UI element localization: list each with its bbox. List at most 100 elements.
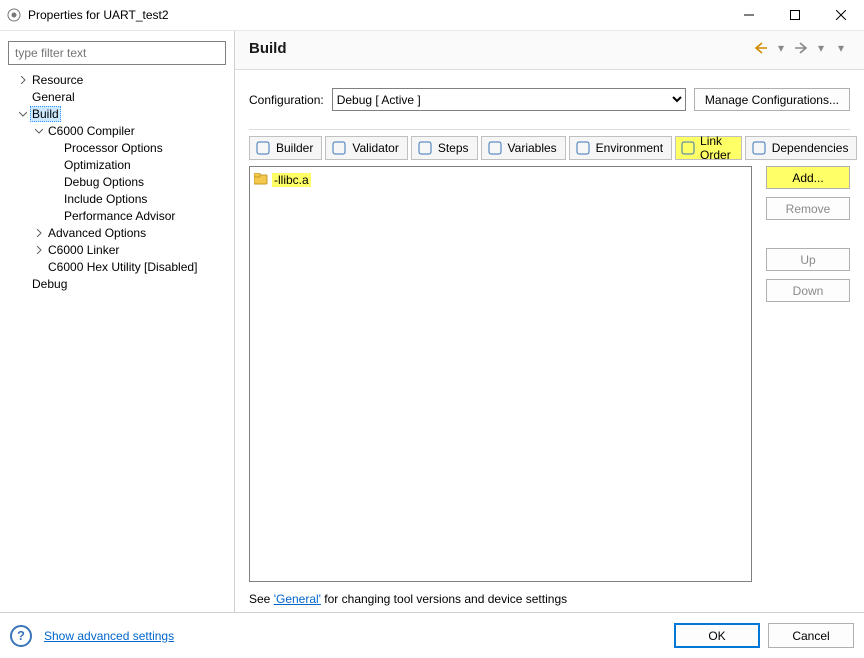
tab-validator[interactable]: Validator [325,136,407,160]
link-order-icon [681,140,695,156]
list-item-label: -llibc.a [272,173,311,187]
tree-item-label: General [30,90,77,104]
view-menu[interactable]: ▾ [832,39,850,57]
footnote: See 'General' for changing tool versions… [249,582,850,612]
forward-menu[interactable]: ▾ [812,39,830,57]
close-button[interactable] [818,0,864,30]
no-icon [48,175,62,189]
chevron-right-icon[interactable] [32,226,46,240]
tree-item[interactable]: C6000 Hex Utility [Disabled] [0,258,234,275]
tab-link-order[interactable]: Link Order [675,136,742,160]
deps-icon [751,140,767,156]
up-button[interactable]: Up [766,248,850,271]
tab-dependencies[interactable]: Dependencies [745,136,858,160]
tree-item-label: Processor Options [62,141,165,155]
no-icon [32,260,46,274]
tab-builder[interactable]: Builder [249,136,322,160]
tree-item[interactable]: Performance Advisor [0,207,234,224]
tab-variables[interactable]: Variables [481,136,566,160]
tree-item[interactable]: C6000 Compiler [0,122,234,139]
tree-item-label: Debug Options [62,175,146,189]
filter-input[interactable] [8,41,226,65]
chevron-right-icon[interactable] [16,73,30,87]
manage-config-button[interactable]: Manage Configurations... [694,88,850,111]
no-icon [48,158,62,172]
back-menu[interactable]: ▾ [772,39,790,57]
help-icon[interactable]: ? [10,625,32,647]
window-controls [726,0,864,30]
add-button[interactable]: Add... [766,166,850,189]
tree-item-label: Optimization [62,158,133,172]
show-advanced-link[interactable]: Show advanced settings [44,629,174,643]
nav-arrows: ▾ ▾ ▾ [752,39,850,57]
tree-item-label: Include Options [62,192,149,206]
tree-item[interactable]: Advanced Options [0,224,234,241]
no-icon [48,141,62,155]
tab-label: Variables [508,141,557,155]
tree-item-label: Build [30,106,61,122]
list-buttons: Add... Remove Up Down [766,166,850,582]
general-link[interactable]: 'General' [274,592,321,606]
tree-item[interactable]: C6000 Linker [0,241,234,258]
cancel-button[interactable]: Cancel [768,623,854,648]
tree-item-label: C6000 Linker [46,243,121,257]
tab-environment[interactable]: Environment [569,136,672,160]
forward-button[interactable] [792,39,810,57]
maximize-button[interactable] [772,0,818,30]
no-icon [48,192,62,206]
tree-item-label: Performance Advisor [62,209,177,223]
tree-item[interactable]: Optimization [0,156,234,173]
no-icon [48,209,62,223]
no-icon [16,90,30,104]
variables-icon [487,140,503,156]
separator [249,129,850,130]
chevron-down-icon[interactable] [32,124,46,138]
app-icon [6,7,22,23]
tab-steps[interactable]: Steps [411,136,478,160]
tab-label: Validator [352,141,398,155]
chevron-down-icon[interactable] [16,107,30,121]
tree-item-label: C6000 Compiler [46,124,137,138]
tab-label: Environment [596,141,663,155]
steps-icon [417,140,433,156]
tree-item-label: C6000 Hex Utility [Disabled] [46,260,199,274]
titlebar: Properties for UART_test2 [0,0,864,30]
tree-item[interactable]: General [0,88,234,105]
window-title: Properties for UART_test2 [28,8,726,22]
tabs: Builder Validator Steps Variables Environmen… [249,136,850,160]
content-panel: Build ▾ ▾ ▾ Configuration: Debug [ Activ… [234,31,864,612]
panel-body: Configuration: Debug [ Active ] Manage C… [235,70,864,612]
config-select[interactable]: Debug [ Active ] [332,88,686,111]
tree-item[interactable]: Build [0,105,234,122]
tab-label: Link Order [700,134,733,162]
tree-item[interactable]: Debug [0,275,234,292]
config-label: Configuration: [249,93,324,107]
panel-header: Build ▾ ▾ ▾ [235,31,864,70]
minimize-button[interactable] [726,0,772,30]
chevron-right-icon[interactable] [32,243,46,257]
nav-tree[interactable]: Resource General Build C6000 Compiler Proces… [0,71,234,612]
no-icon [16,277,30,291]
config-row: Configuration: Debug [ Active ] Manage C… [249,88,850,111]
link-order-list[interactable]: -llibc.a [249,166,752,582]
builder-icon [255,140,271,156]
tree-item[interactable]: Include Options [0,190,234,207]
tree-item[interactable]: Processor Options [0,139,234,156]
validator-icon [331,140,347,156]
remove-button[interactable]: Remove [766,197,850,220]
ok-button[interactable]: OK [674,623,760,648]
sidebar: Resource General Build C6000 Compiler Proces… [0,31,234,612]
file-icon [254,173,268,188]
tree-item[interactable]: Resource [0,71,234,88]
list-item[interactable]: -llibc.a [254,171,747,189]
environment-icon [575,140,591,156]
tree-item-label: Advanced Options [46,226,148,240]
panel-title: Build [249,40,752,57]
tree-item[interactable]: Debug Options [0,173,234,190]
filter-box [8,41,226,65]
link-order-area: -llibc.a Add... Remove Up Down [249,166,850,582]
back-button[interactable] [752,39,770,57]
tree-item-label: Debug [30,277,69,291]
bottom-bar: ? Show advanced settings OK Cancel [0,612,864,658]
down-button[interactable]: Down [766,279,850,302]
